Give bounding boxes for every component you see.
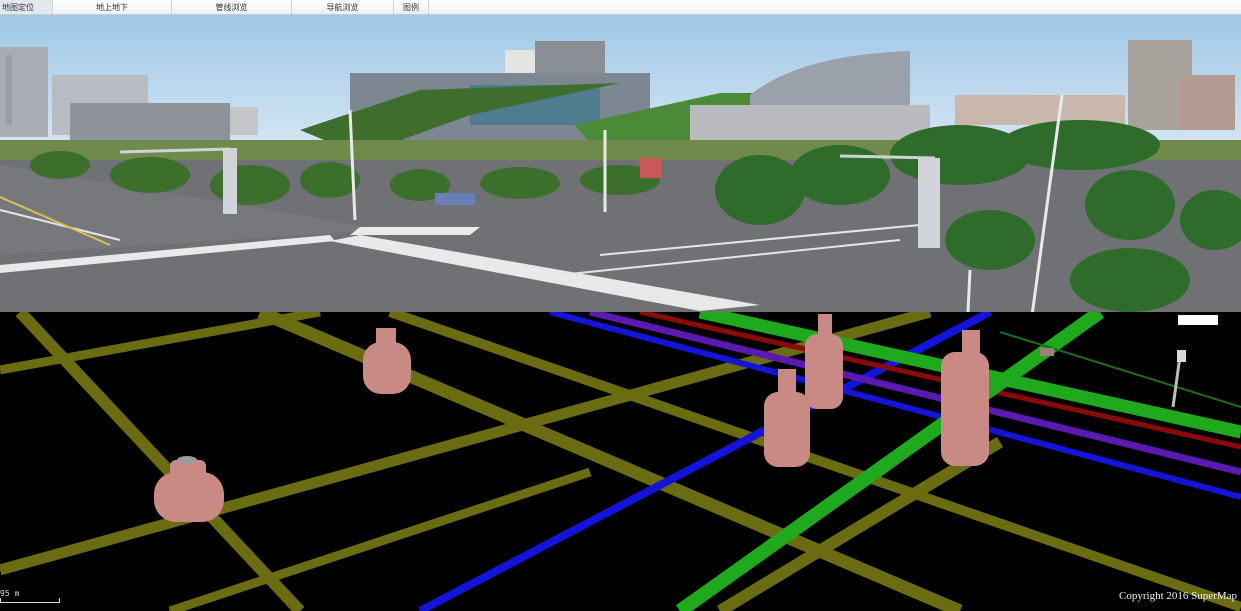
- manhole-well[interactable]: [764, 369, 810, 467]
- building: [955, 95, 1125, 125]
- building: [70, 103, 230, 141]
- billboard: [640, 158, 662, 178]
- menu-legend[interactable]: 图例: [394, 0, 429, 14]
- app-window: 地图定位 地上地下 管线浏览 导航浏览 图例 95 m Copyright 20…: [0, 0, 1241, 611]
- building: [1180, 75, 1235, 130]
- manhole-well[interactable]: [805, 314, 843, 409]
- menu-map-locate[interactable]: 地图定位: [0, 0, 53, 14]
- copyright-text: Copyright 2016 SuperMap: [1119, 590, 1237, 602]
- menu-above-below-ground[interactable]: 地上地下: [53, 0, 172, 14]
- above-ground-scene[interactable]: [0, 15, 1241, 312]
- manhole-well[interactable]: [363, 328, 411, 394]
- manhole-well[interactable]: [941, 330, 989, 466]
- pipeline-graphic: [0, 312, 1241, 611]
- bus: [435, 193, 475, 205]
- underground-pipeline-view[interactable]: 95 m Copyright 2016 SuperMap: [0, 312, 1241, 611]
- menu-bar: 地图定位 地上地下 管线浏览 导航浏览 图例: [0, 0, 1241, 15]
- menu-navigation-browse[interactable]: 导航浏览: [292, 0, 394, 14]
- scale-bar: [0, 598, 60, 603]
- city-scene-graphic: [0, 40, 1241, 312]
- menu-pipeline-browse[interactable]: 管线浏览: [172, 0, 292, 14]
